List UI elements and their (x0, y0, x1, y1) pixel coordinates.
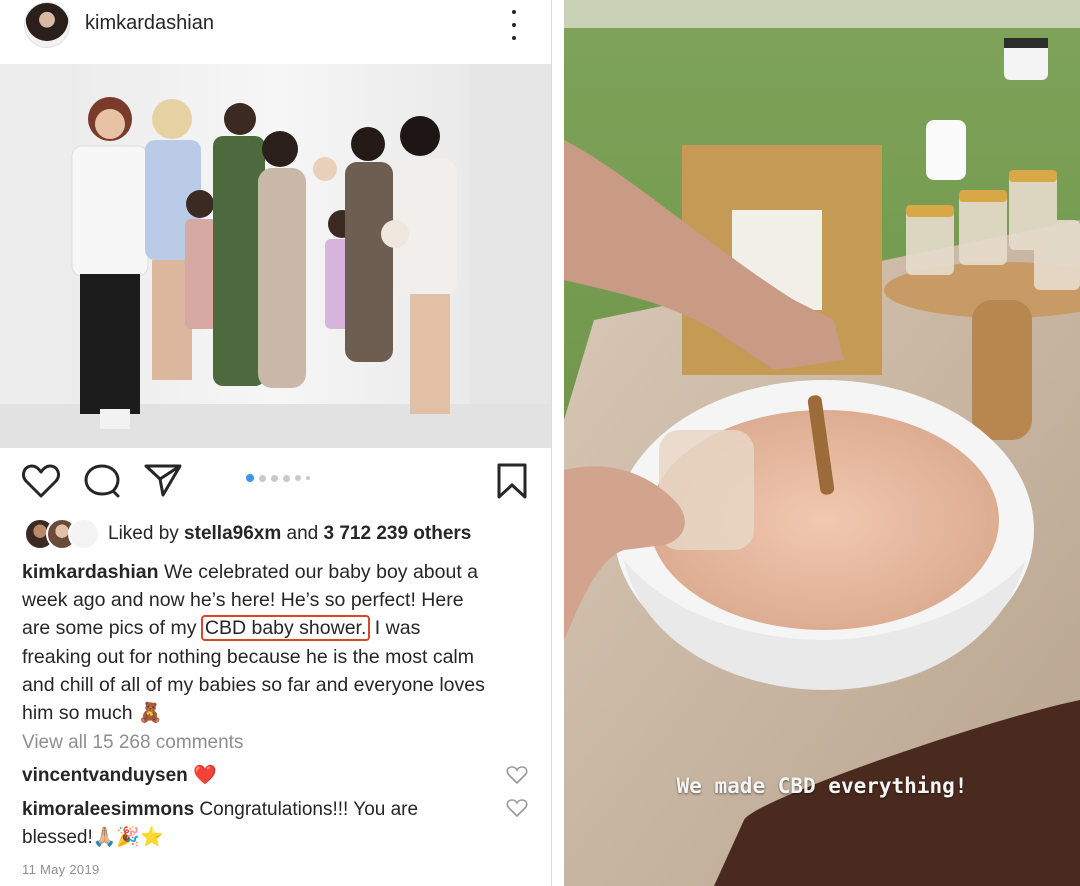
caption-username[interactable]: kimkardashian (22, 561, 159, 583)
carousel-indicator (246, 474, 310, 482)
post-caption: kimkardashian We celebrated our baby boy… (22, 561, 485, 724)
comment-item: kimoraleesimmons Congratulations!!! You … (22, 799, 419, 848)
comment-icon[interactable] (83, 463, 121, 499)
post-photo[interactable] (0, 64, 552, 448)
heart-icon[interactable] (22, 464, 60, 498)
likes-count[interactable]: Liked by stella96xm and 3 712 239 others (108, 523, 471, 545)
carousel-dot (295, 475, 301, 481)
liker-username[interactable]: stella96xm (184, 523, 281, 544)
likes-row: Liked by stella96xm and 3 712 239 others (22, 518, 542, 550)
likes-others-count[interactable]: 3 712 239 others (324, 523, 472, 544)
post-header: kimkardashian (0, 0, 552, 64)
story-text-overlay: We made CBD everything! (676, 774, 968, 798)
like-comment-heart-icon[interactable] (506, 765, 528, 785)
highlighted-phrase: CBD baby shower. (200, 615, 371, 642)
carousel-dot-active (246, 474, 254, 482)
comment-item: vincentvanduysen ❤️ (22, 765, 217, 786)
story-photo (564, 0, 1080, 886)
bookmark-icon[interactable] (496, 462, 528, 500)
post-date: 11 May 2019 (22, 862, 100, 877)
comment-username[interactable]: vincentvanduysen (22, 765, 188, 786)
share-icon[interactable] (143, 462, 183, 498)
view-all-comments-link[interactable]: View all 15 268 comments (22, 732, 243, 754)
carousel-dot (283, 474, 290, 482)
post-actions (0, 448, 552, 518)
carousel-dot (259, 474, 266, 482)
story-frame: We made CBD everything! (564, 0, 1080, 886)
instagram-post: kimkardashian Liked by stella96xm and 3 … (0, 0, 552, 886)
carousel-dot (271, 474, 278, 482)
profile-avatar[interactable] (24, 2, 70, 48)
pane-divider (551, 0, 552, 886)
more-options-button[interactable] (504, 10, 524, 40)
like-comment-heart-icon[interactable] (506, 798, 528, 818)
post-username[interactable]: kimkardashian (85, 12, 214, 35)
comment-username[interactable]: kimoraleesimmons (22, 799, 194, 820)
ellipsis-vertical-icon (512, 10, 516, 14)
carousel-dot (306, 476, 310, 480)
liker-avatar[interactable] (68, 518, 100, 550)
